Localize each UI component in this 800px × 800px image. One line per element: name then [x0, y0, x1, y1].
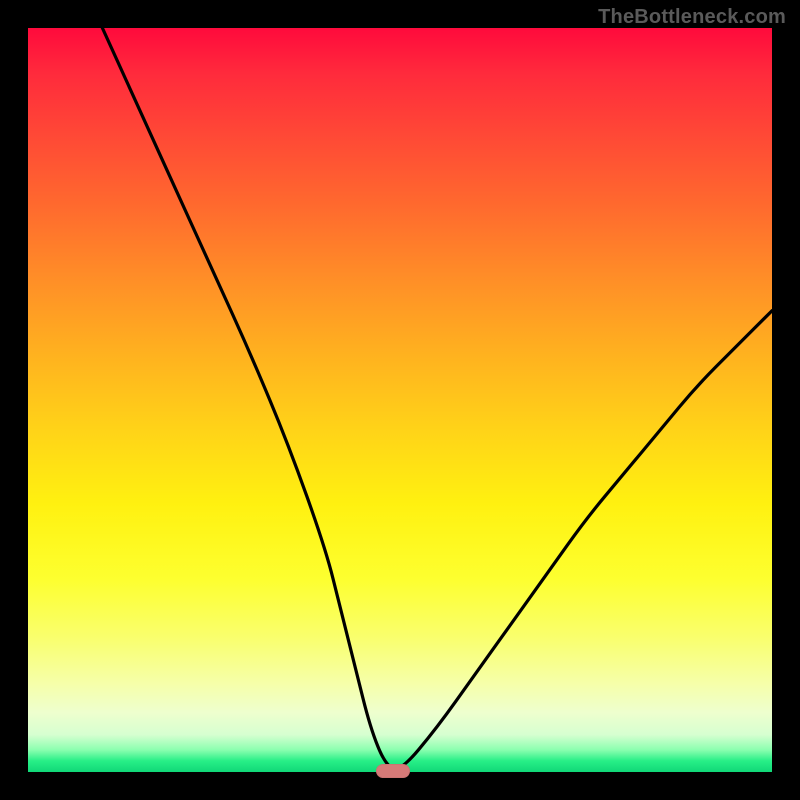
bottleneck-curve: [28, 28, 772, 772]
chart-frame: TheBottleneck.com: [0, 0, 800, 800]
watermark-text: TheBottleneck.com: [598, 6, 786, 29]
optimal-marker: [376, 764, 410, 778]
